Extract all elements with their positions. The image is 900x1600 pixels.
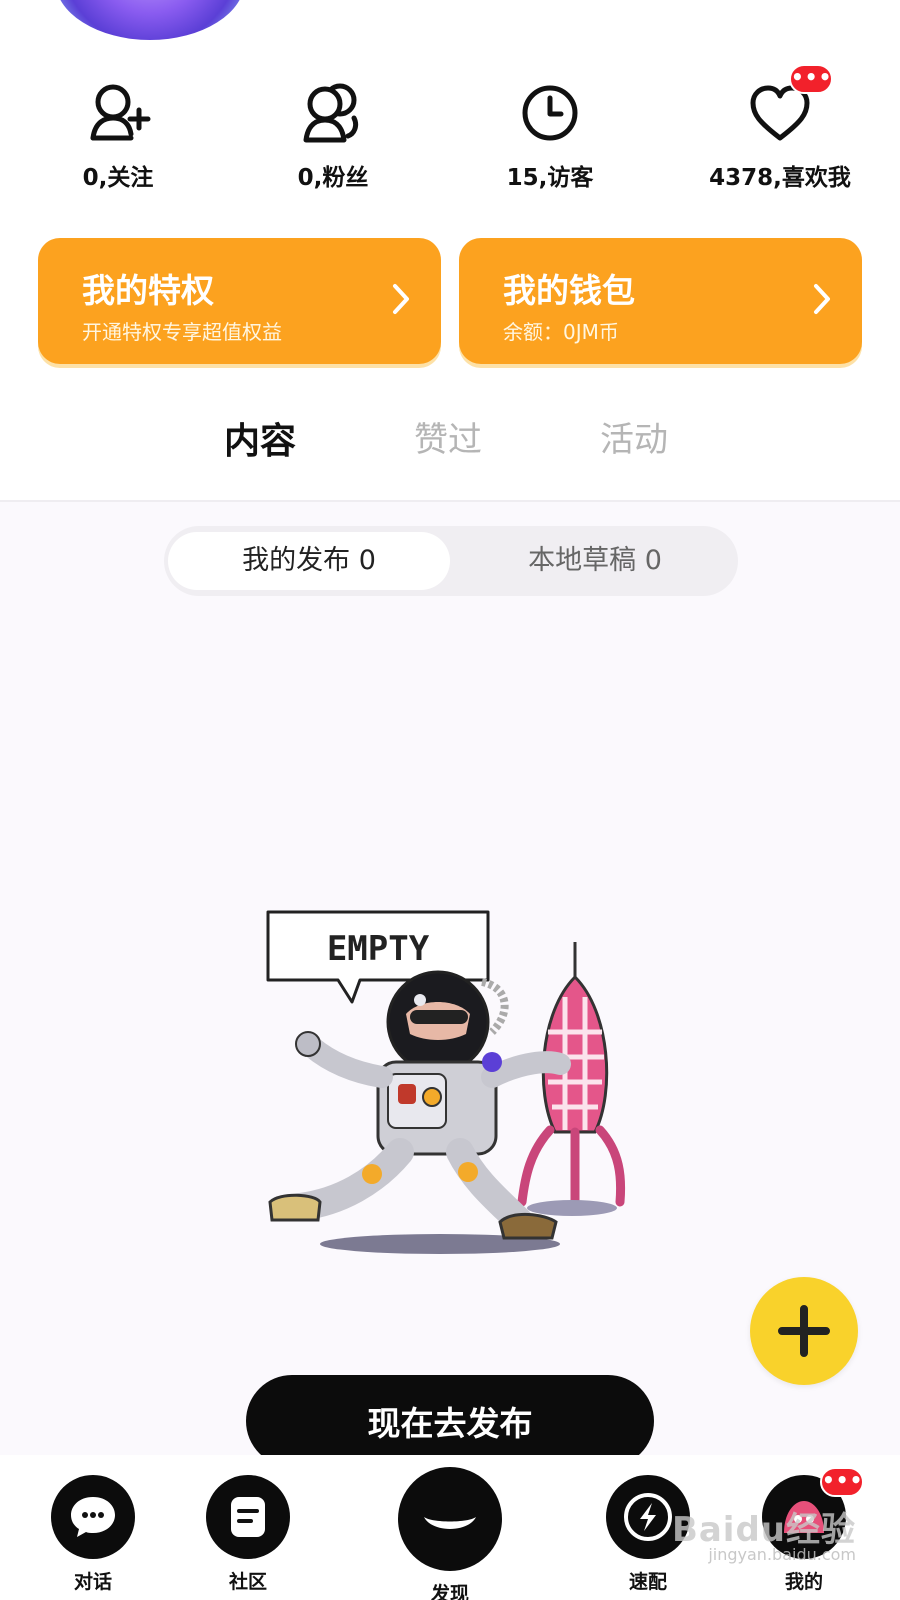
- stat-likes-label: 4378,喜欢我: [709, 165, 851, 191]
- wallet-title: 我的钱包: [503, 271, 635, 310]
- stat-fans-label: 0,粉丝: [297, 165, 369, 191]
- nav-match-label: 速配: [628, 1571, 667, 1593]
- privilege-card[interactable]: 我的特权 开通特权专享超值权益: [38, 238, 441, 364]
- avatar[interactable]: [55, 0, 245, 40]
- watermark-logo: Baidu经验: [671, 1510, 856, 1550]
- discover-icon: [398, 1467, 502, 1571]
- feature-cards: 我的特权 开通特权专享超值权益 我的钱包 余额：0JM币: [38, 238, 862, 364]
- heart-icon: •••: [745, 64, 833, 148]
- tab-activity[interactable]: 活动: [600, 412, 668, 461]
- stat-fans[interactable]: 0,粉丝: [233, 78, 433, 192]
- fans-icon: [298, 78, 368, 148]
- likes-badge: •••: [789, 64, 833, 94]
- stat-following[interactable]: 0,关注: [18, 78, 218, 192]
- add-post-fab[interactable]: [750, 1277, 858, 1385]
- stat-likes[interactable]: ••• 4378,喜欢我: [680, 64, 880, 192]
- stat-visitors-label: 15,访客: [506, 165, 594, 191]
- nav-community[interactable]: 社区: [198, 1475, 298, 1594]
- content-tabs: 内容 赞过 活动: [0, 400, 900, 480]
- privilege-subtitle: 开通特权专享超值权益: [82, 320, 282, 344]
- chevron-right-icon: [814, 284, 830, 314]
- tab-liked[interactable]: 赞过: [414, 412, 482, 461]
- stat-visitors[interactable]: 15,访客: [450, 78, 650, 192]
- wallet-card[interactable]: 我的钱包 余额：0JM币: [459, 238, 862, 364]
- watermark-url: jingyan.baidu.com: [708, 1545, 856, 1564]
- segment-local-drafts[interactable]: 本地草稿 0: [454, 532, 736, 590]
- segment-my-posts[interactable]: 我的发布 0: [168, 532, 450, 590]
- nav-me-label: 我的: [784, 1571, 823, 1593]
- empty-astronaut-illustration: EMPTY: [266, 910, 626, 1254]
- clock-icon: [515, 78, 585, 148]
- tab-content[interactable]: 内容: [224, 412, 296, 464]
- chat-icon: [51, 1475, 135, 1559]
- nav-discover[interactable]: 发现: [395, 1467, 505, 1600]
- wallet-balance: 余额：0JM币: [503, 320, 619, 344]
- add-user-icon: [83, 78, 153, 148]
- stats-row: 0,关注 0,粉丝 15,访客 ••• 4378,喜欢我: [0, 64, 900, 198]
- nav-discover-label: 发现: [430, 1583, 469, 1600]
- publish-now-button[interactable]: 现在去发布: [246, 1375, 654, 1467]
- nav-chat[interactable]: 对话: [43, 1475, 143, 1594]
- nav-chat-label: 对话: [73, 1571, 112, 1593]
- stat-following-label: 0,关注: [82, 165, 154, 191]
- nav-me-badge: •••: [820, 1467, 864, 1497]
- community-icon: [206, 1475, 290, 1559]
- plus-icon: [778, 1305, 830, 1357]
- empty-bubble-text: EMPTY: [327, 929, 430, 969]
- publish-segment: 我的发布 0 本地草稿 0: [164, 526, 738, 596]
- chevron-right-icon: [393, 284, 409, 314]
- privilege-title: 我的特权: [82, 271, 214, 310]
- nav-community-label: 社区: [228, 1571, 267, 1593]
